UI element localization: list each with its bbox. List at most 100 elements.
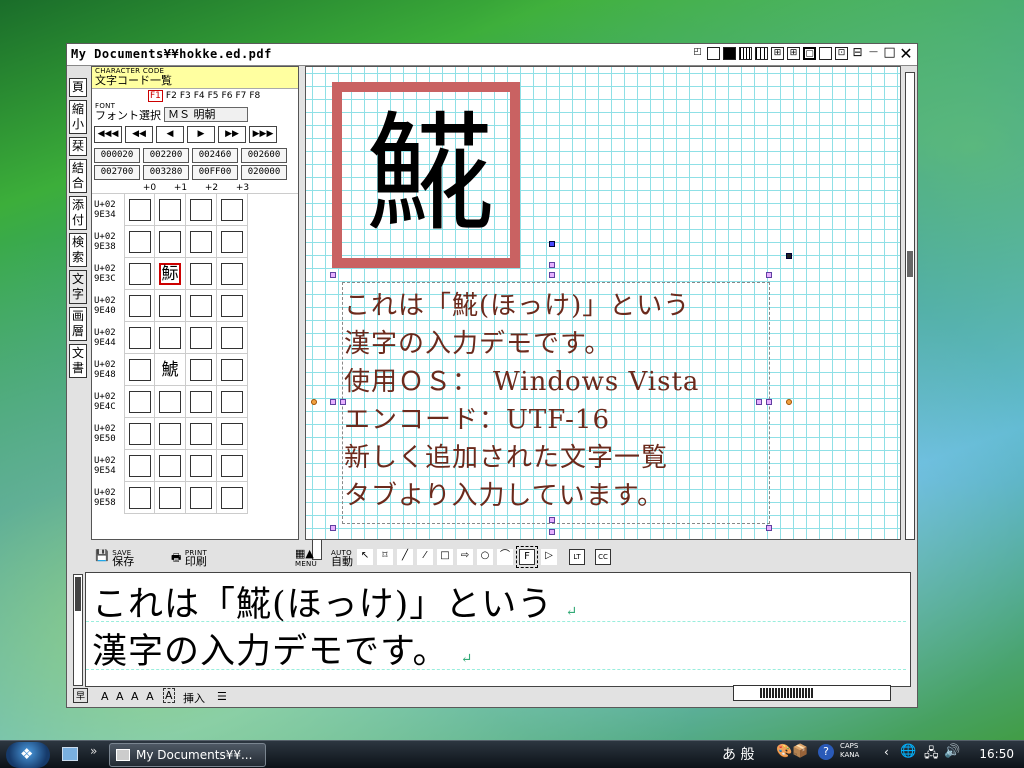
char-cell[interactable] [186,322,217,354]
char-cell[interactable] [124,226,155,258]
char-cell[interactable] [124,194,155,226]
print-button[interactable]: 🖶 PRINT 印刷 [171,549,207,568]
polyline-tool-icon[interactable]: ⁄ [417,549,433,565]
char-cell[interactable] [155,226,186,258]
tab-merge[interactable]: 結合 [69,159,87,193]
tab-thumbnail[interactable]: 縮小 [69,100,87,134]
fit-page-icon[interactable]: ▢ [803,47,816,60]
canvas-text-line[interactable]: 新しく追加された文字一覧 [344,437,668,474]
char-cell[interactable] [155,290,186,322]
cc-tool-icon[interactable]: CC [595,549,611,565]
fkey-f6[interactable]: F6 [222,91,233,101]
char-cell[interactable] [155,386,186,418]
rectangle-tool-icon[interactable]: □ [437,549,453,565]
code-button[interactable]: 00FF00 [192,165,238,180]
rotate-handle[interactable] [786,253,792,259]
char-cell[interactable] [186,290,217,322]
page-view-icon[interactable] [819,47,832,60]
char-cell[interactable] [155,322,186,354]
polygon-tool-icon[interactable]: ⇨ [457,549,473,565]
char-cell[interactable] [186,226,217,258]
page-blank-icon[interactable] [707,47,720,60]
line-spacing-icon[interactable]: ☰ [217,690,227,703]
nav-prev-fast-button[interactable]: ◀◀ [125,126,153,143]
canvas-text-line[interactable]: タブより入力しています。 [344,475,664,512]
ime-tools-icon[interactable]: 🎨📦 [776,744,808,759]
tab-search[interactable]: 検索 [69,233,87,267]
select-tool-icon[interactable]: ↖ [357,549,373,565]
pointer-tool-icon[interactable]: ▷ [541,549,557,565]
canvas-text-line[interactable]: 漢字の入力デモです。 [344,323,611,360]
ime-lang-icon[interactable]: 🌐 [900,744,916,759]
canvas-scrollbar[interactable] [905,72,915,540]
two-page-icon[interactable]: ⊡ [835,47,848,60]
char-cell[interactable] [124,450,155,482]
resize-handle[interactable] [330,525,336,531]
ime-icon[interactable]: あ 般 [722,744,754,764]
image-icon[interactable]: ◰ [691,47,704,60]
resize-handle[interactable] [786,399,792,405]
save-button[interactable]: 💾 SAVE 保存 [95,549,134,567]
start-button[interactable]: ❖ [6,742,50,768]
lt-tool-icon[interactable]: LT [569,549,585,565]
code-button[interactable]: 002460 [192,148,238,163]
resize-handle[interactable] [549,241,555,247]
char-cell[interactable] [186,482,217,514]
page-filled-icon[interactable] [723,47,736,60]
fkey-f5[interactable]: F5 [208,91,219,101]
resize-handle[interactable] [330,399,336,405]
fkey-f4[interactable]: F4 [194,91,205,101]
nav-prev-button[interactable]: ◀ [156,126,184,143]
resize-handle[interactable] [766,272,772,278]
tab-layer[interactable]: 画層 [69,307,87,341]
text-frame-tool-icon[interactable]: F [516,546,538,568]
taskbar-window-button[interactable]: My Documents¥¥... [109,743,266,767]
network-icon[interactable]: 🖧 [924,744,939,766]
menu-button[interactable]: ▦▲ MENU [295,548,317,568]
char-cell[interactable] [155,418,186,450]
char-cell[interactable]: 䱈 [155,258,186,290]
arc-tool-icon[interactable]: ⌒ [497,549,513,565]
tab-character[interactable]: 文字 [69,270,87,304]
close-button[interactable]: ✕ [899,46,913,62]
large-character-box[interactable]: 𩸽 [332,82,520,268]
auto-button[interactable]: AUTO 自動 [331,549,353,567]
editor-line[interactable]: 漢字の入力デモです。 ↵ [92,623,473,674]
char-cell[interactable] [217,194,248,226]
editor-line[interactable]: これは「𩸽(ほっけ)」という ↵ [92,576,578,627]
code-button[interactable]: 002600 [241,148,287,163]
minimize-button[interactable]: — [867,47,880,60]
char-cell[interactable] [186,354,217,386]
resize-handle[interactable] [549,529,555,535]
char-cell[interactable] [155,194,186,226]
char-cell[interactable]: 鯱 [155,354,186,386]
canvas-scroll-thumb[interactable] [907,251,913,277]
clock[interactable]: 16:50 [979,747,1014,761]
help-icon[interactable]: ? [818,744,834,760]
tab-page[interactable]: 頁 [69,78,87,97]
text-editor[interactable]: これは「𩸽(ほっけ)」という ↵ 漢字の入力デモです。 ↵ [85,572,911,687]
char-cell[interactable] [124,482,155,514]
nav-first-button[interactable]: ◀◀◀ [94,126,122,143]
char-cell[interactable] [217,450,248,482]
nav-next-fast-button[interactable]: ▶▶ [218,126,246,143]
maximize-button[interactable]: □ [883,46,896,60]
line-tool-icon[interactable]: ╱ [397,549,413,565]
char-cell[interactable] [124,322,155,354]
marquee-tool-icon[interactable]: ⌑ [377,549,393,565]
canvas-text-line[interactable]: 使用ＯＳ： Windows Vista [344,361,699,398]
resize-handle[interactable] [756,399,762,405]
horizontal-scrollbar[interactable] [733,685,891,701]
char-cell[interactable] [186,418,217,450]
resize-handle[interactable] [549,272,555,278]
ellipse-tool-icon[interactable]: ○ [477,549,493,565]
text-fit-icon[interactable]: A [163,688,175,703]
stack-icon[interactable]: ⊟ [851,46,864,60]
char-cell[interactable] [186,450,217,482]
resize-handle[interactable] [311,399,317,405]
char-cell[interactable] [155,482,186,514]
nav-next-button[interactable]: ▶ [187,126,215,143]
grid-four-icon[interactable]: ⊞ [771,47,784,60]
canvas-text-line[interactable]: これは「𩸽(ほっけ)」という [344,285,690,322]
grid-medium-icon[interactable] [755,47,768,60]
